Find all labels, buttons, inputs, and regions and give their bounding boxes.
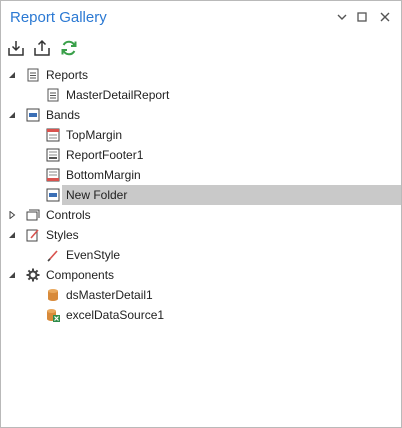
report-icon: [46, 88, 60, 102]
style-icon: [46, 248, 60, 262]
tree-item-ds-master-detail[interactable]: dsMasterDetail1: [1, 285, 401, 305]
tree-item-report-footer[interactable]: ReportFooter1: [1, 145, 401, 165]
tree-node-components[interactable]: Components: [1, 265, 401, 285]
band-icon: [46, 188, 60, 202]
tree-item-top-margin[interactable]: TopMargin: [1, 125, 401, 145]
report-icon: [26, 68, 40, 82]
tree-item-bottom-margin[interactable]: BottomMargin: [1, 165, 401, 185]
bottom-margin-icon: [46, 168, 60, 182]
band-icon: [26, 108, 40, 122]
expand-arrow-icon[interactable]: [6, 209, 18, 221]
tree-node-bands[interactable]: Bands: [1, 105, 401, 125]
tree-item-label: ReportFooter1: [66, 148, 144, 162]
tree-node-label: Styles: [46, 228, 79, 242]
database-icon: [46, 288, 60, 302]
report-gallery-panel: Report Gallery Reports MasterDetailRepor…: [0, 0, 402, 428]
excel-data-source-icon: [46, 308, 60, 322]
collapse-arrow-icon[interactable]: [6, 269, 18, 281]
collapse-arrow-icon[interactable]: [6, 229, 18, 241]
tree-item-master-detail-report[interactable]: MasterDetailReport: [1, 85, 401, 105]
styles-icon: [26, 228, 40, 242]
tree-item-label: MasterDetailReport: [66, 88, 170, 102]
gear-icon: [26, 268, 40, 282]
tree-item-excel-data-source[interactable]: excelDataSource1: [1, 305, 401, 325]
tree-item-label: excelDataSource1: [66, 308, 165, 322]
collapse-arrow-icon[interactable]: [6, 109, 18, 121]
chevron-down-icon[interactable]: [332, 7, 352, 27]
tree-item-label: EvenStyle: [66, 248, 121, 262]
top-margin-icon: [46, 128, 60, 142]
tree-node-styles[interactable]: Styles: [1, 225, 401, 245]
tree-node-label: Reports: [46, 68, 89, 82]
refresh-icon[interactable]: [58, 37, 80, 59]
tree-item-label: New Folder: [66, 188, 128, 202]
tree-node-controls[interactable]: Controls: [1, 205, 401, 225]
tree-node-reports[interactable]: Reports: [1, 65, 401, 85]
tree-item-new-folder[interactable]: New Folder: [1, 185, 401, 205]
tree-item-label: dsMasterDetail1: [66, 288, 153, 302]
import-icon[interactable]: [5, 37, 27, 59]
tree-item-label: TopMargin: [66, 128, 123, 142]
collapse-arrow-icon[interactable]: [6, 69, 18, 81]
close-icon[interactable]: [375, 7, 395, 27]
controls-icon: [26, 208, 40, 222]
tree-item-label: BottomMargin: [66, 168, 141, 182]
report-footer-icon: [46, 148, 60, 162]
tree-node-label: Bands: [46, 108, 81, 122]
tree-node-label: Components: [46, 268, 115, 282]
tree-item-even-style[interactable]: EvenStyle: [1, 245, 401, 265]
maximize-icon[interactable]: [352, 7, 372, 27]
tree-node-label: Controls: [46, 208, 91, 222]
panel-title: Report Gallery: [10, 9, 107, 26]
export-icon[interactable]: [31, 37, 53, 59]
